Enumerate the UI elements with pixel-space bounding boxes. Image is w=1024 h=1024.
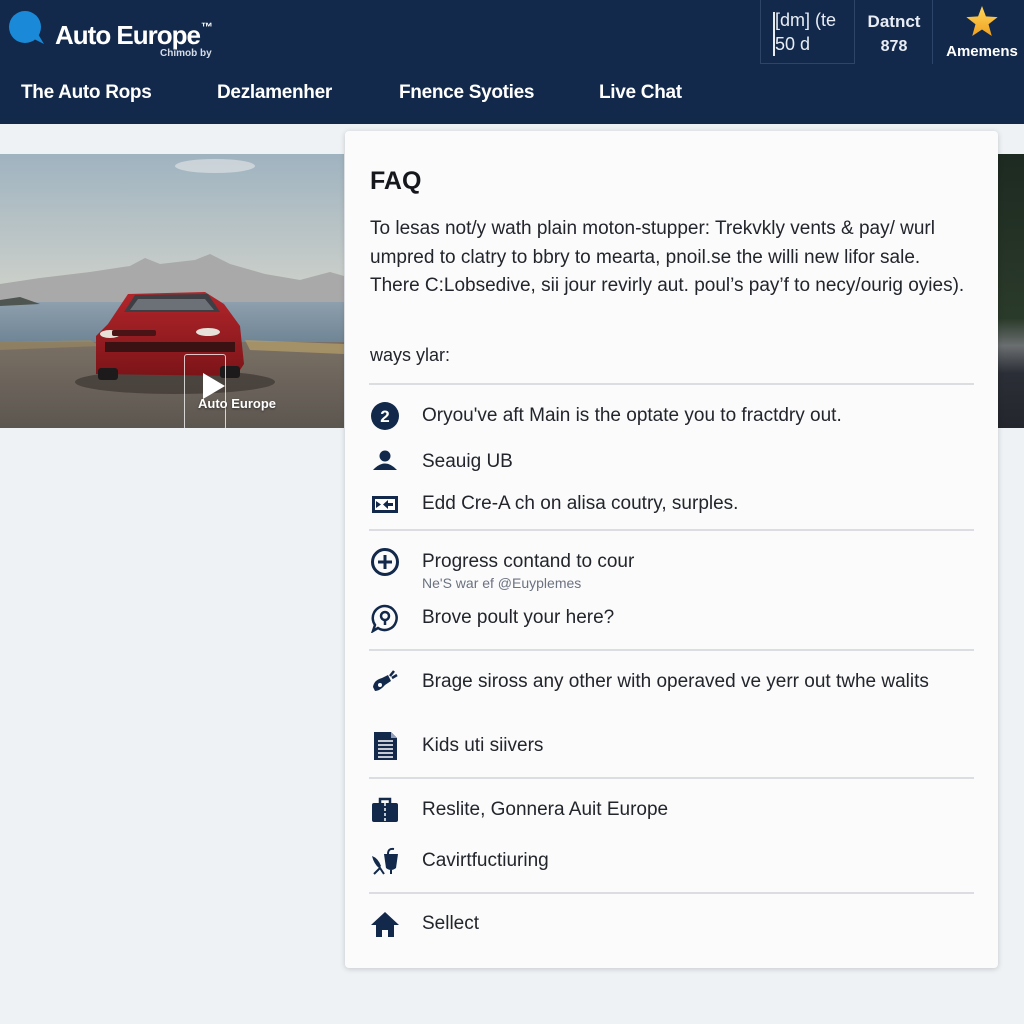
hero-video-label: Auto Europe bbox=[198, 396, 276, 411]
divider bbox=[369, 649, 974, 651]
chat-bubble-logo-icon bbox=[9, 11, 44, 44]
divider bbox=[369, 529, 974, 531]
hero-video[interactable]: Auto Europe bbox=[0, 154, 344, 428]
divider bbox=[369, 777, 974, 779]
faq-panel: FAQ To lesas not/y wath plain moton-stup… bbox=[345, 131, 998, 968]
header-stat-value: 878 bbox=[880, 38, 908, 55]
svg-text:2: 2 bbox=[380, 407, 389, 426]
brand-name: Auto Europe™ bbox=[55, 20, 213, 50]
nav-item-fnence-syoties[interactable]: Fnence Syoties bbox=[399, 82, 534, 104]
header-divider bbox=[932, 0, 933, 64]
header-stat[interactable]: Datnct 878 bbox=[864, 12, 924, 56]
forward-arrow-icon bbox=[372, 496, 398, 513]
user-icon bbox=[373, 450, 397, 470]
header-info-box[interactable]: [dm] (te 50 d bbox=[760, 0, 855, 64]
faq-item-subtext: Ne'S war ef @Euyplemes bbox=[422, 575, 582, 591]
location-chat-icon bbox=[371, 604, 398, 633]
faq-title: FAQ bbox=[370, 167, 422, 195]
nav-item-live-chat[interactable]: Live Chat bbox=[599, 82, 682, 104]
faq-item-text: Progress contand to cour bbox=[422, 551, 635, 572]
faq-item-text: Kids uti siivers bbox=[422, 735, 544, 756]
nav-item-dezlamenher[interactable]: Dezlamenher bbox=[217, 82, 332, 104]
faq-item-text: Edd Cre-A ch on alisa coutry, surples. bbox=[422, 493, 739, 514]
faq-item-text: Brove poult your here? bbox=[422, 607, 615, 628]
faq-item-text: Oryou've aft Main is the optate you to f… bbox=[422, 405, 842, 426]
faq-subheading: ways ylar: bbox=[370, 345, 451, 365]
divider bbox=[369, 383, 974, 385]
faq-item-text: Cavirtfuctiuring bbox=[422, 850, 549, 871]
faq-intro-text: To lesas not/y wath plain moton-stupper:… bbox=[370, 218, 965, 296]
header-box-line-2: 50 d bbox=[775, 34, 811, 54]
faq-item-text: Brage siross any other with operaved ve … bbox=[422, 671, 929, 692]
star-icon bbox=[966, 6, 998, 36]
number-2-icon: 2 bbox=[371, 402, 399, 430]
nav-item-auto-rops[interactable]: The Auto Rops bbox=[21, 82, 152, 104]
key-icon bbox=[373, 670, 398, 691]
header-box-line-1: [dm] (te bbox=[775, 10, 837, 30]
play-button[interactable] bbox=[184, 354, 226, 428]
faq-item-text: Seauig UB bbox=[422, 451, 513, 472]
plus-circle-icon bbox=[371, 548, 399, 576]
home-icon bbox=[371, 912, 399, 937]
side-image bbox=[998, 154, 1024, 428]
header-stat-label: Datnct bbox=[867, 12, 921, 31]
divider bbox=[369, 892, 974, 894]
document-icon bbox=[374, 732, 397, 760]
header-favorites-label: Amemens bbox=[946, 43, 1018, 60]
car-scene-image bbox=[0, 154, 344, 428]
briefcase-icon bbox=[372, 797, 398, 822]
brand-tagline: Chimob by bbox=[160, 48, 212, 59]
header-favorites[interactable]: Amemens bbox=[940, 6, 1024, 60]
top-header: Auto Europe™ Chimob by [dm] (te 50 d Dat… bbox=[0, 0, 1024, 124]
faq-item-text: Reslite, Gonnera Auit Europe bbox=[422, 799, 669, 820]
bird-cup-icon bbox=[372, 847, 398, 875]
faq-item-text: Sellect bbox=[422, 913, 480, 934]
